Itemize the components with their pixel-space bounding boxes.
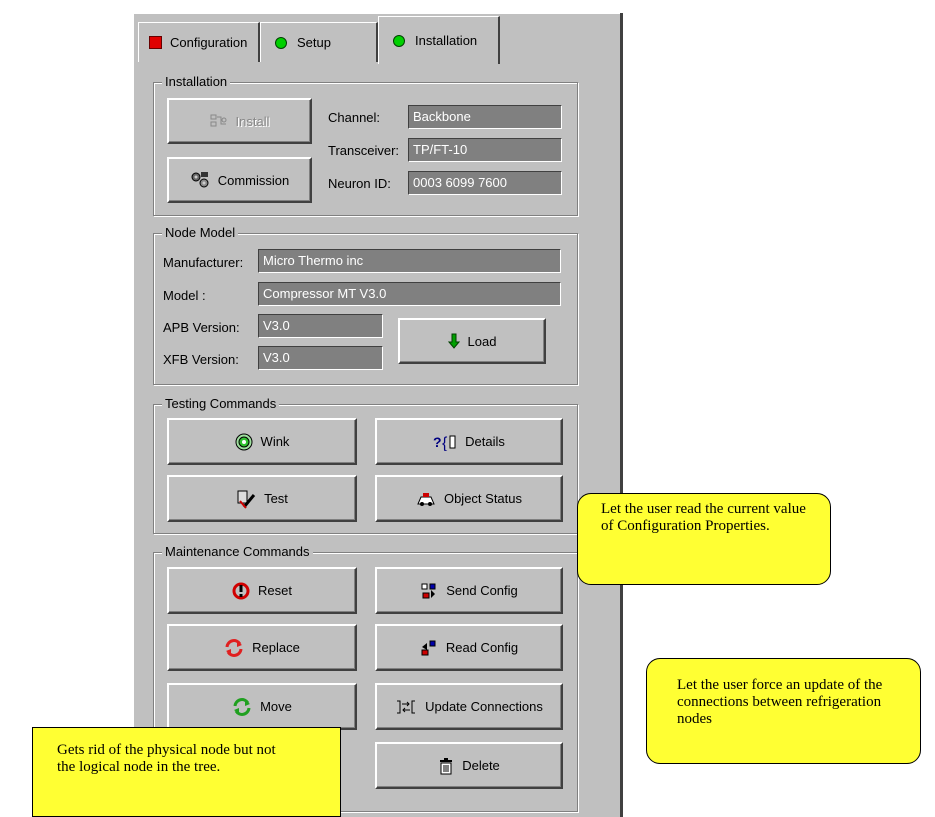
- down-arrow-icon: [447, 333, 460, 349]
- neuron-id-field: 0003 6099 7600: [408, 171, 562, 195]
- channel-label: Channel:: [328, 110, 381, 125]
- panel-border: [620, 13, 623, 817]
- transceiver-label: Transceiver:: [328, 143, 400, 158]
- update-connections-button[interactable]: Update Connections: [375, 683, 563, 730]
- manufacturer-field: Micro Thermo inc: [258, 249, 561, 273]
- test-label: Test: [264, 491, 288, 506]
- replace-icon: [224, 638, 244, 657]
- update-connections-label: Update Connections: [425, 699, 543, 714]
- neuron-id-label: Neuron ID:: [328, 176, 391, 191]
- install-button[interactable]: Install: [167, 98, 312, 144]
- group-title: Maintenance Commands: [162, 544, 313, 559]
- callout-text: Let the user force an update of the conn…: [677, 677, 883, 727]
- replace-label: Replace: [252, 640, 300, 655]
- details-icon: ?{: [433, 433, 457, 451]
- svg-text:?: ?: [433, 434, 442, 450]
- callout-update-connections: Let the user force an update of the conn…: [564, 658, 921, 764]
- tab-installation[interactable]: Installation: [378, 16, 500, 64]
- send-config-icon: [420, 582, 438, 600]
- wink-icon: [235, 433, 253, 451]
- install-icon: [210, 114, 228, 128]
- install-label: Install: [235, 113, 270, 129]
- commission-label: Commission: [217, 172, 290, 188]
- read-config-button[interactable]: Read Config: [375, 624, 563, 671]
- apb-version-field: V3.0: [258, 314, 383, 338]
- tab-configuration[interactable]: Configuration: [138, 22, 260, 62]
- commission-icon: [190, 171, 210, 189]
- model-field: Compressor MT V3.0: [258, 282, 561, 306]
- test-button[interactable]: Test: [167, 475, 357, 522]
- group-title: Node Model: [162, 225, 239, 240]
- wink-button[interactable]: Wink: [167, 418, 357, 465]
- trash-icon: [438, 757, 454, 775]
- delete-label: Delete: [462, 758, 500, 773]
- callout-text: Gets rid of the physical node but not th…: [57, 742, 276, 775]
- reset-icon: [232, 582, 250, 600]
- details-button[interactable]: ?{ Details: [375, 418, 563, 465]
- tab-setup[interactable]: Setup: [260, 22, 378, 62]
- object-status-label: Object Status: [443, 491, 523, 506]
- channel-field: Backbone: [408, 105, 562, 129]
- replace-button[interactable]: Replace: [167, 624, 357, 671]
- read-config-icon: [420, 639, 438, 657]
- read-config-label: Read Config: [445, 640, 519, 655]
- test-icon: [236, 489, 256, 509]
- load-label: Load: [467, 333, 497, 349]
- move-icon: [232, 697, 252, 716]
- tab-label: Configuration: [170, 35, 248, 50]
- load-button[interactable]: Load: [398, 318, 546, 364]
- commission-button[interactable]: Commission: [167, 157, 312, 203]
- apb-version-label: APB Version:: [163, 320, 240, 335]
- object-status-button[interactable]: Object Status: [375, 475, 563, 522]
- reset-label: Reset: [258, 583, 292, 598]
- transceiver-field: TP/FT-10: [408, 138, 562, 162]
- svg-text:{: {: [442, 435, 448, 451]
- group-title: Testing Commands: [162, 396, 280, 411]
- tab-label: Installation: [415, 33, 478, 48]
- callout-delete: Gets rid of the physical node but not th…: [32, 727, 422, 817]
- wink-label: Wink: [260, 434, 290, 449]
- manufacturer-label: Manufacturer:: [163, 255, 244, 270]
- details-label: Details: [465, 434, 505, 449]
- status-green-dot-icon: [393, 34, 405, 47]
- move-button[interactable]: Move: [167, 683, 357, 730]
- object-status-icon: [416, 491, 436, 507]
- xfb-version-label: XFB Version:: [163, 352, 239, 367]
- status-green-dot-icon: [275, 36, 287, 49]
- send-config-button[interactable]: Send Config: [375, 567, 563, 614]
- model-label: Model :: [163, 288, 206, 303]
- callout-text: Let the user read the current value of C…: [601, 501, 806, 534]
- reset-button[interactable]: Reset: [167, 567, 357, 614]
- tab-label: Setup: [297, 35, 331, 50]
- xfb-version-field: V3.0: [258, 346, 383, 370]
- move-label: Move: [260, 699, 292, 714]
- update-connections-icon: [395, 699, 417, 715]
- send-config-label: Send Config: [446, 583, 518, 598]
- callout-read-config: Let the user read the current value of C…: [549, 493, 831, 647]
- status-red-square-icon: [149, 36, 162, 49]
- group-title: Installation: [162, 74, 231, 89]
